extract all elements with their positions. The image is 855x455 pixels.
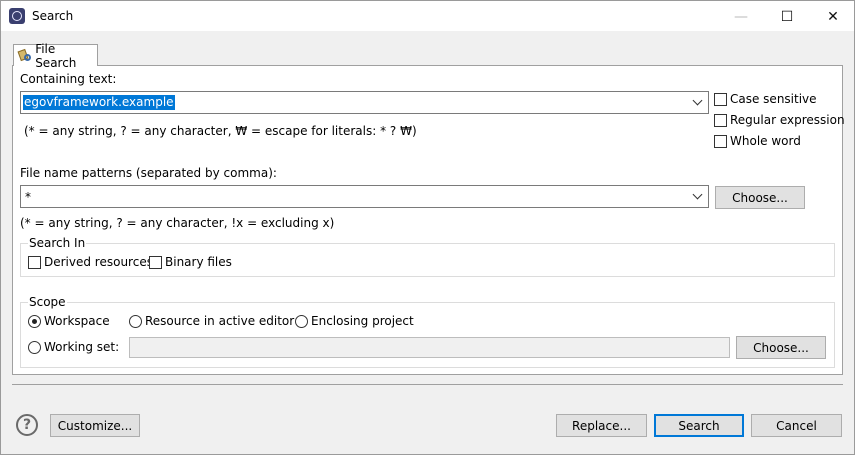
close-button[interactable]: ✕: [810, 1, 855, 32]
file-name-patterns-combo[interactable]: *: [20, 185, 709, 208]
containing-text-label: Containing text:: [20, 72, 117, 86]
tab-file-search[interactable]: File Search: [13, 42, 98, 70]
case-sensitive-label[interactable]: Case sensitive: [730, 92, 817, 106]
enclosing-project-label[interactable]: Enclosing project: [311, 314, 414, 328]
file-name-patterns-hint: (* = any string, ? = any character, !x =…: [20, 216, 335, 230]
binary-files-checkbox[interactable]: [149, 256, 162, 269]
search-in-title: Search In: [28, 236, 87, 250]
regular-expression-checkbox[interactable]: [714, 114, 727, 127]
enclosing-project-radio[interactable]: [295, 315, 308, 328]
file-search-icon: [17, 48, 32, 64]
binary-files-label[interactable]: Binary files: [165, 255, 232, 269]
minimize-button[interactable]: —: [718, 1, 764, 32]
file-name-patterns-label: File name patterns (separated by comma):: [20, 166, 277, 180]
tab-label: File Search: [35, 41, 77, 70]
derived-resources-checkbox[interactable]: [28, 256, 41, 269]
working-set-field[interactable]: [129, 337, 730, 358]
window-title: Search: [32, 9, 74, 23]
workspace-radio[interactable]: [28, 315, 41, 328]
working-set-radio[interactable]: [28, 341, 41, 354]
replace-button[interactable]: Replace...: [556, 414, 647, 437]
resource-in-active-editor-label[interactable]: Resource in active editor: [145, 314, 294, 328]
containing-text-combo[interactable]: egovframework.example: [20, 91, 709, 114]
file-name-patterns-value[interactable]: *: [25, 190, 31, 204]
whole-word-checkbox[interactable]: [714, 135, 727, 148]
scope-group: [20, 302, 835, 368]
resource-in-active-editor-radio[interactable]: [129, 315, 142, 328]
eclipse-app-icon: [9, 8, 25, 24]
workspace-label[interactable]: Workspace: [44, 314, 110, 328]
chevron-down-icon[interactable]: [691, 189, 705, 203]
search-button[interactable]: Search: [654, 414, 744, 437]
file-patterns-choose-button[interactable]: Choose...: [715, 186, 805, 209]
footer-separator: [12, 384, 843, 385]
scope-title: Scope: [28, 295, 67, 309]
containing-text-value[interactable]: egovframework.example: [23, 95, 175, 110]
derived-resources-label[interactable]: Derived resources: [44, 255, 153, 269]
working-set-choose-button[interactable]: Choose...: [736, 336, 826, 359]
case-sensitive-checkbox[interactable]: [714, 93, 727, 106]
customize-button[interactable]: Customize...: [50, 414, 140, 437]
title-bar: Search — ☐ ✕: [0, 0, 855, 31]
help-icon[interactable]: ?: [16, 414, 38, 436]
regular-expression-label[interactable]: Regular expression: [730, 113, 845, 127]
maximize-button[interactable]: ☐: [764, 1, 810, 32]
chevron-down-icon[interactable]: [691, 95, 705, 109]
containing-text-hint: (* = any string, ? = any character, ₩ = …: [24, 124, 417, 138]
cancel-button[interactable]: Cancel: [751, 414, 842, 437]
working-set-label[interactable]: Working set:: [44, 340, 119, 354]
whole-word-label[interactable]: Whole word: [730, 134, 801, 148]
